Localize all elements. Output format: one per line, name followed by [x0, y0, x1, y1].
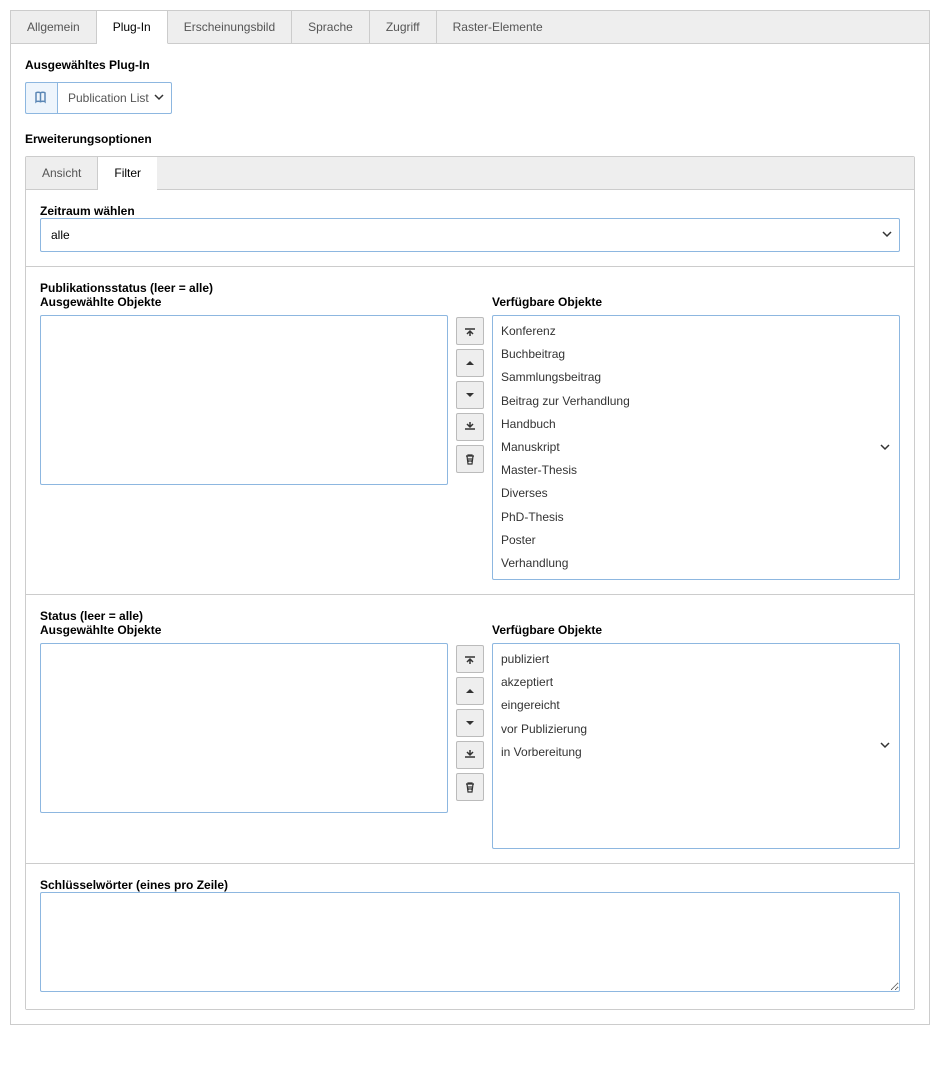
group-status: Status (leer = alle) Ausgewählte Objekte	[26, 595, 914, 864]
keywords-textarea[interactable]	[40, 892, 900, 992]
zeitraum-select-wrap: alle	[40, 218, 900, 252]
move-up-button[interactable]	[456, 349, 484, 377]
list-item[interactable]: Manuskript	[499, 436, 893, 459]
move-down-button[interactable]	[456, 381, 484, 409]
pubstatus-buttons	[456, 317, 484, 580]
status-dual-list: Ausgewählte Objekte	[40, 623, 900, 849]
ext-title: Erweiterungsoptionen	[25, 132, 915, 146]
main-tab-bar: Allgemein Plug-In Erscheinungsbild Sprac…	[11, 11, 929, 44]
tab-filter[interactable]: Filter	[98, 157, 157, 190]
plugin-select-wrap: Publication List	[57, 82, 172, 114]
status-available-label: Verfügbare Objekte	[492, 623, 900, 637]
pubstatus-available-list[interactable]: Konferenz Buchbeitrag Sammlungsbeitrag B…	[492, 315, 900, 580]
status-available-list[interactable]: publiziert akzeptiert eingereicht vor Pu…	[492, 643, 900, 849]
pubstatus-selected-list[interactable]	[40, 315, 448, 485]
group-pubstatus: Publikationsstatus (leer = alle) Ausgewä…	[26, 267, 914, 595]
tab-plugin[interactable]: Plug-In	[97, 11, 168, 44]
move-down-button[interactable]	[456, 709, 484, 737]
list-item[interactable]: eingereicht	[499, 694, 893, 717]
zeitraum-value: alle	[51, 228, 70, 242]
delete-button[interactable]	[456, 773, 484, 801]
tab-label: Allgemein	[27, 20, 80, 34]
list-item[interactable]: Verhandlung	[499, 552, 893, 575]
list-item[interactable]: Master-Thesis	[499, 459, 893, 482]
zeitraum-label: Zeitraum wählen	[40, 204, 135, 218]
list-item[interactable]: Buchbeitrag	[499, 343, 893, 366]
status-buttons	[456, 645, 484, 849]
list-item[interactable]: vor Publizierung	[499, 718, 893, 741]
list-item[interactable]: publiziert	[499, 648, 893, 671]
status-available-wrap: publiziert akzeptiert eingereicht vor Pu…	[492, 643, 900, 849]
list-item[interactable]: Handbuch	[499, 413, 893, 436]
plugin-row: Publication List	[25, 82, 915, 114]
zeitraum-select[interactable]: alle	[40, 218, 900, 252]
tab-erscheinungsbild[interactable]: Erscheinungsbild	[168, 11, 292, 43]
pubstatus-available-label: Verfügbare Objekte	[492, 295, 900, 309]
tab-label: Raster-Elemente	[453, 20, 543, 34]
list-item[interactable]: Sammlungsbeitrag	[499, 366, 893, 389]
status-available-col: Verfügbare Objekte publiziert akzeptiert…	[492, 623, 900, 849]
pubstatus-title: Publikationsstatus (leer = alle)	[40, 281, 213, 295]
tab-label: Erscheinungsbild	[184, 20, 275, 34]
pubstatus-selected-label: Ausgewählte Objekte	[40, 295, 448, 309]
delete-button[interactable]	[456, 445, 484, 473]
tab-label: Filter	[114, 166, 141, 180]
group-zeitraum: Zeitraum wählen alle	[26, 190, 914, 267]
pubstatus-available-col: Verfügbare Objekte Konferenz Buchbeitrag…	[492, 295, 900, 580]
plugin-select-value: Publication List	[68, 91, 149, 105]
list-item[interactable]: Diverses	[499, 482, 893, 505]
list-item[interactable]: PhD-Thesis	[499, 506, 893, 529]
tab-allgemein[interactable]: Allgemein	[11, 11, 97, 43]
inner-tab-bar: Ansicht Filter	[26, 157, 914, 189]
status-selected-list[interactable]	[40, 643, 448, 813]
tab-ansicht[interactable]: Ansicht	[26, 157, 98, 189]
plugin-select[interactable]: Publication List	[57, 82, 172, 114]
status-selected-col: Ausgewählte Objekte	[40, 623, 448, 849]
tab-label: Plug-In	[113, 20, 151, 34]
status-selected-label: Ausgewählte Objekte	[40, 623, 448, 637]
status-title: Status (leer = alle)	[40, 609, 143, 623]
list-item[interactable]: Poster	[499, 529, 893, 552]
list-item[interactable]: Konferenz	[499, 320, 893, 343]
tab-raster-elemente[interactable]: Raster-Elemente	[437, 11, 559, 43]
keywords-title: Schlüsselwörter (eines pro Zeile)	[40, 878, 228, 892]
tab-label: Ansicht	[42, 166, 81, 180]
list-item[interactable]: akzeptiert	[499, 671, 893, 694]
book-icon	[25, 82, 57, 114]
tab-zugriff[interactable]: Zugriff	[370, 11, 437, 43]
extension-panel: Ansicht Filter Zeitraum wählen alle	[25, 156, 915, 1010]
list-item[interactable]: Beitrag zur Verhandlung	[499, 390, 893, 413]
move-bottom-button[interactable]	[456, 413, 484, 441]
pubstatus-available-wrap: Konferenz Buchbeitrag Sammlungsbeitrag B…	[492, 315, 900, 580]
plugin-title: Ausgewähltes Plug-In	[25, 58, 915, 72]
pubstatus-dual-list: Ausgewählte Objekte	[40, 295, 900, 580]
inner-content: Zeitraum wählen alle Publikationsstatus …	[26, 189, 914, 1009]
tab-label: Zugriff	[386, 20, 420, 34]
pubstatus-selected-col: Ausgewählte Objekte	[40, 295, 448, 580]
move-bottom-button[interactable]	[456, 741, 484, 769]
tab-sprache[interactable]: Sprache	[292, 11, 370, 43]
move-top-button[interactable]	[456, 317, 484, 345]
list-item[interactable]: in Vorbereitung	[499, 741, 893, 764]
main-content: Ausgewähltes Plug-In Publication List Er…	[11, 44, 929, 1024]
tab-label: Sprache	[308, 20, 353, 34]
move-up-button[interactable]	[456, 677, 484, 705]
move-top-button[interactable]	[456, 645, 484, 673]
group-keywords: Schlüsselwörter (eines pro Zeile)	[26, 864, 914, 1009]
outer-panel: Allgemein Plug-In Erscheinungsbild Sprac…	[10, 10, 930, 1025]
